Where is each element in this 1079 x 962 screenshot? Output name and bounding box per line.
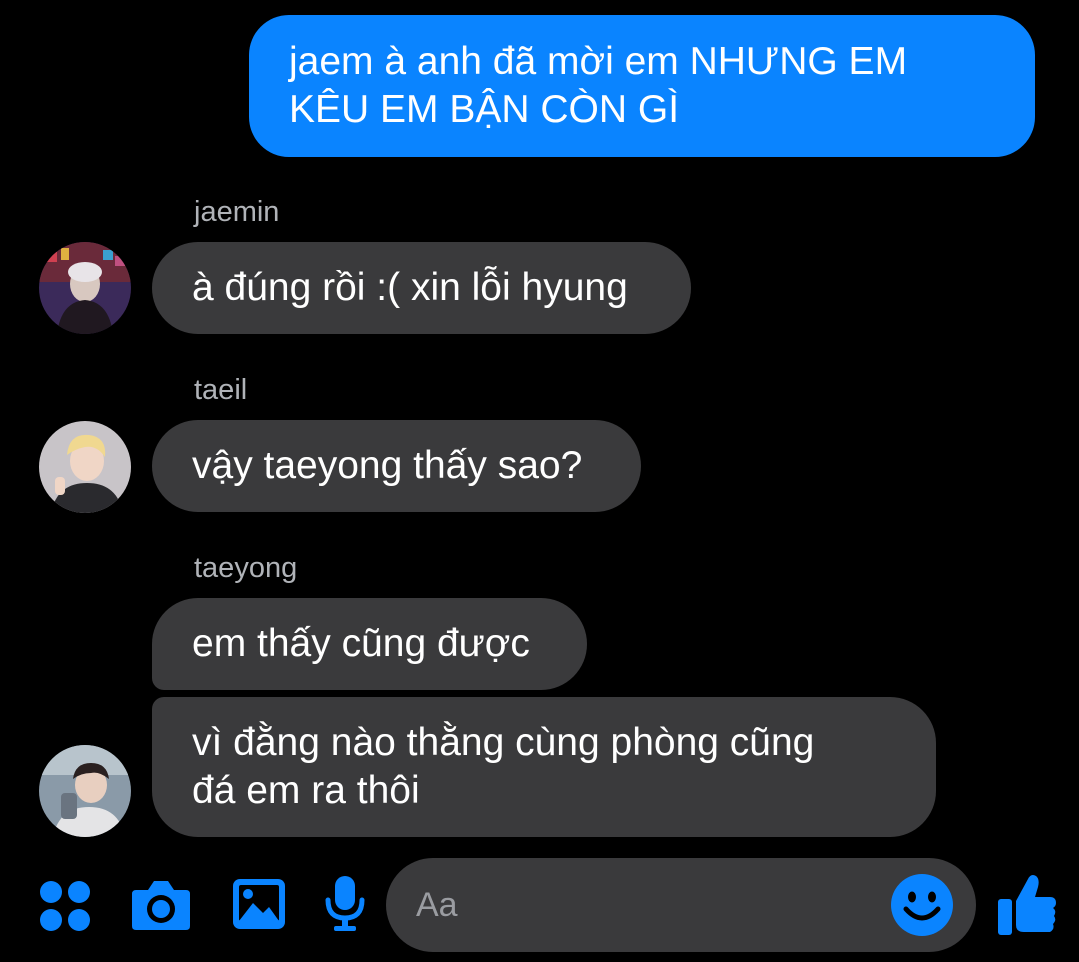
gallery-icon[interactable] [231, 877, 287, 931]
message-bubble-outgoing[interactable]: jaem à anh đã mời em NHƯNG EM KÊU EM BẬN… [249, 15, 1035, 157]
message-bubble-incoming[interactable]: vì đằng nào thằng cùng phòng cũng đá em … [152, 697, 936, 837]
emoji-icon[interactable] [890, 873, 954, 937]
sender-name: jaemin [194, 196, 280, 228]
sender-name: taeyong [194, 552, 298, 584]
apps-icon[interactable] [38, 879, 92, 933]
sender-name: taeil [194, 374, 248, 406]
message-bubble-incoming[interactable]: à đúng rồi :( xin lỗi hyung [152, 242, 691, 334]
thumbs-up-icon[interactable] [996, 871, 1058, 937]
message-bubble-incoming[interactable]: em thấy cũng được [152, 598, 587, 690]
avatar-taeyong[interactable] [39, 745, 131, 837]
message-composer [386, 858, 976, 952]
message-bubble-incoming[interactable]: vậy taeyong thấy sao? [152, 420, 641, 512]
camera-icon[interactable] [130, 876, 192, 932]
message-input[interactable] [416, 858, 876, 952]
avatar-jaemin[interactable] [39, 242, 131, 334]
avatar-taeil[interactable] [39, 421, 131, 513]
microphone-icon[interactable] [324, 874, 366, 932]
